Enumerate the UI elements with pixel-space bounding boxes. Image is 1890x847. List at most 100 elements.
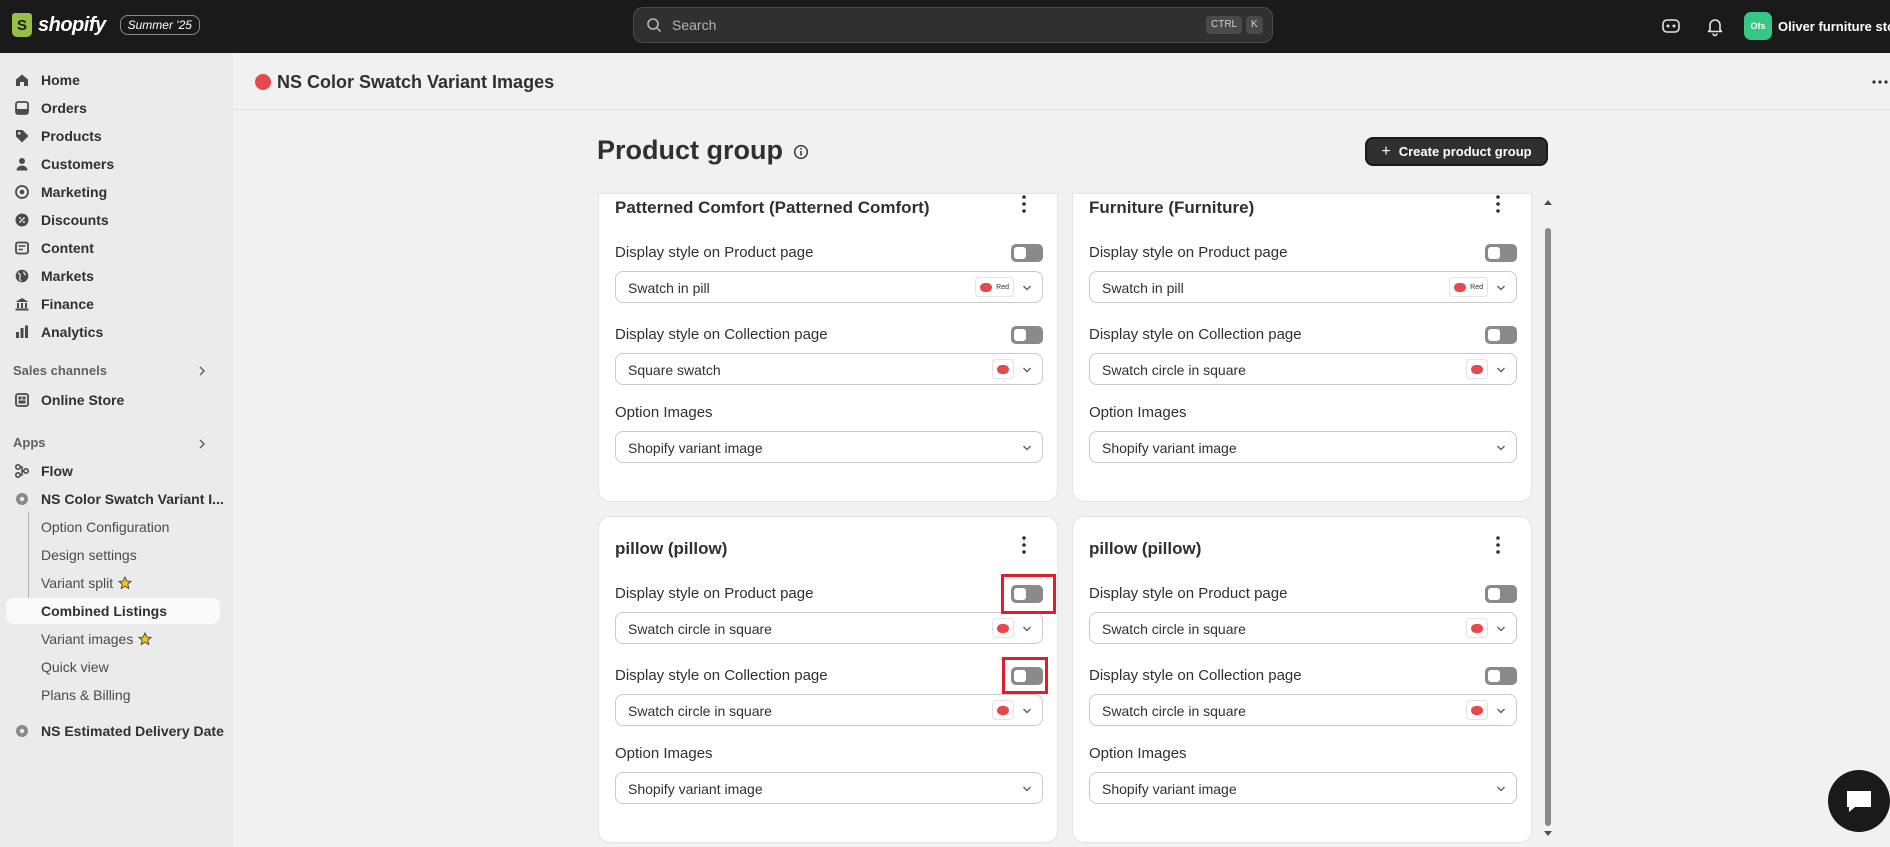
sidebar-item-marketing[interactable]: Marketing — [6, 179, 220, 205]
sidebar-item-ns-estimated-delivery[interactable]: NS Estimated Delivery Date — [6, 718, 224, 744]
sales-channels-label: Sales channels — [13, 363, 107, 378]
sidebar-item-home[interactable]: Home — [6, 67, 220, 93]
swatch-dot — [1471, 364, 1483, 374]
chart-icon — [16, 325, 28, 338]
edition-badge: Summer '25 — [119, 15, 200, 35]
collection-page-toggle[interactable] — [1485, 326, 1517, 344]
product-page-toggle[interactable] — [1485, 244, 1517, 262]
product-page-style-select[interactable]: Swatch in pill Red — [615, 271, 1043, 303]
sidekick-icon[interactable] — [1660, 15, 1682, 37]
scroll-up-arrow-icon[interactable] — [1543, 198, 1553, 206]
shortcut-ctrl-key: CTRL — [1206, 16, 1243, 34]
product-page-toggle[interactable] — [1011, 244, 1043, 262]
page-title: Product group — [597, 135, 783, 165]
option-images-select[interactable]: Shopify variant image — [1089, 431, 1517, 463]
sidebar-item-option-configuration[interactable]: Option Configuration — [6, 514, 220, 540]
chevron-down-icon — [1497, 285, 1505, 291]
option-images-label: Option Images — [1089, 404, 1187, 421]
flow-icon — [14, 463, 30, 479]
highlight-product-page-toggle — [1001, 574, 1056, 614]
create-product-group-button[interactable]: + Create product group — [1365, 137, 1548, 166]
chat-bubble-icon — [1847, 791, 1871, 812]
more-vertical-icon[interactable] — [1019, 535, 1029, 555]
swatch-dot — [1471, 705, 1483, 715]
sidebar-item-flow[interactable]: Flow — [6, 458, 220, 484]
collection-page-label: Display style on Collection page — [615, 326, 828, 343]
swatch-preview: Red — [975, 277, 1014, 297]
sidebar-item-discounts[interactable]: Discounts — [6, 207, 220, 233]
sidebar-item-design-settings[interactable]: Design settings — [6, 542, 220, 568]
sidebar-item-variant-images[interactable]: Variant images — [6, 626, 220, 652]
collection-page-style-select[interactable]: Swatch circle in square — [615, 694, 1043, 726]
sidebar-item-markets[interactable]: Markets — [6, 263, 220, 289]
product-page-label: Display style on Product page — [1089, 585, 1288, 602]
app-logo-icon — [255, 74, 271, 90]
sidebar-item-ns-color-swatch[interactable]: NS Color Swatch Variant I... — [6, 486, 224, 512]
shortcut-k-key: K — [1246, 16, 1263, 34]
bell-icon[interactable] — [1704, 15, 1726, 37]
sidebar-item-variant-split[interactable]: Variant split — [6, 570, 220, 596]
top-bar: S shopify Summer '25 CTRL K Ofs Oliver f… — [0, 0, 1890, 53]
search-input[interactable] — [664, 8, 1144, 42]
sidebar-item-products[interactable]: Products — [6, 123, 220, 149]
more-vertical-icon[interactable] — [1019, 194, 1029, 214]
chevron-down-icon — [1023, 285, 1031, 291]
sidebar-item-content[interactable]: Content — [6, 235, 220, 261]
collection-page-toggle[interactable] — [1011, 326, 1043, 344]
shopify-wordmark: shopify — [38, 13, 106, 36]
chevron-right-icon[interactable] — [196, 438, 208, 450]
swatch-preview — [992, 618, 1014, 638]
option-images-label: Option Images — [615, 745, 713, 762]
content-icon — [15, 241, 29, 255]
product-page-style-select[interactable]: Swatch in pill Red — [1089, 271, 1517, 303]
option-images-label: Option Images — [615, 404, 713, 421]
product-group-card: Furniture (Furniture) Display style on P… — [1072, 193, 1532, 502]
product-group-card: Patterned Comfort (Patterned Comfort) Di… — [598, 193, 1058, 502]
sidebar-item-customers[interactable]: Customers — [6, 151, 220, 177]
collection-page-style-select[interactable]: Swatch circle in square — [1089, 694, 1517, 726]
product-page-toggle[interactable] — [1485, 585, 1517, 603]
card-title: Furniture (Furniture) — [1089, 198, 1255, 217]
chevron-down-icon — [1497, 786, 1505, 792]
shopify-logo[interactable]: S shopify Summer '25 — [12, 13, 200, 37]
option-images-label: Option Images — [1089, 745, 1187, 762]
scrollbar-thumb[interactable] — [1545, 228, 1551, 826]
more-vertical-icon[interactable] — [1493, 194, 1503, 214]
option-images-select[interactable]: Shopify variant image — [615, 431, 1043, 463]
product-page-style-select[interactable]: Swatch circle in square — [615, 612, 1043, 644]
info-icon[interactable] — [793, 144, 809, 160]
sidebar-item-plans-billing[interactable]: Plans & Billing — [6, 682, 220, 708]
store-menu[interactable]: Ofs Oliver furniture stor — [1744, 12, 1890, 40]
product-page-label: Display style on Product page — [615, 585, 814, 602]
collection-page-label: Display style on Collection page — [615, 667, 828, 684]
sidebar-item-online-store[interactable]: Online Store — [6, 387, 220, 413]
scroll-down-arrow-icon[interactable] — [1543, 830, 1553, 838]
discount-icon — [15, 213, 29, 227]
card-title: pillow (pillow) — [615, 539, 728, 558]
swatch-dot — [997, 623, 1009, 633]
collection-page-toggle[interactable] — [1485, 667, 1517, 685]
sidebar-item-analytics[interactable]: Analytics — [6, 319, 220, 345]
bank-icon — [15, 298, 29, 311]
target-icon — [15, 185, 29, 199]
search-bar[interactable]: CTRL K — [633, 7, 1273, 43]
chevron-right-icon[interactable] — [196, 365, 208, 377]
person-icon — [16, 158, 28, 171]
sidebar-item-orders[interactable]: Orders — [6, 95, 220, 121]
sidebar-item-finance[interactable]: Finance — [6, 291, 220, 317]
collection-page-style-select[interactable]: Swatch circle in square — [1089, 353, 1517, 385]
sidebar-item-combined-listings[interactable]: Combined Listings — [6, 598, 220, 624]
collection-page-style-select[interactable]: Square swatch — [615, 353, 1043, 385]
chat-button[interactable] — [1828, 770, 1890, 832]
more-horizontal-icon[interactable] — [1871, 75, 1889, 89]
product-page-style-select[interactable]: Swatch circle in square — [1089, 612, 1517, 644]
option-images-select[interactable]: Shopify variant image — [615, 772, 1043, 804]
chevron-down-icon — [1023, 445, 1031, 451]
sidebar-item-quick-view[interactable]: Quick view — [6, 654, 220, 680]
swatch-preview — [1466, 618, 1488, 638]
more-vertical-icon[interactable] — [1493, 535, 1503, 555]
chevron-down-icon — [1023, 626, 1031, 632]
shopify-bag-icon: S — [12, 13, 32, 37]
chevron-down-icon — [1497, 708, 1505, 714]
option-images-select[interactable]: Shopify variant image — [1089, 772, 1517, 804]
